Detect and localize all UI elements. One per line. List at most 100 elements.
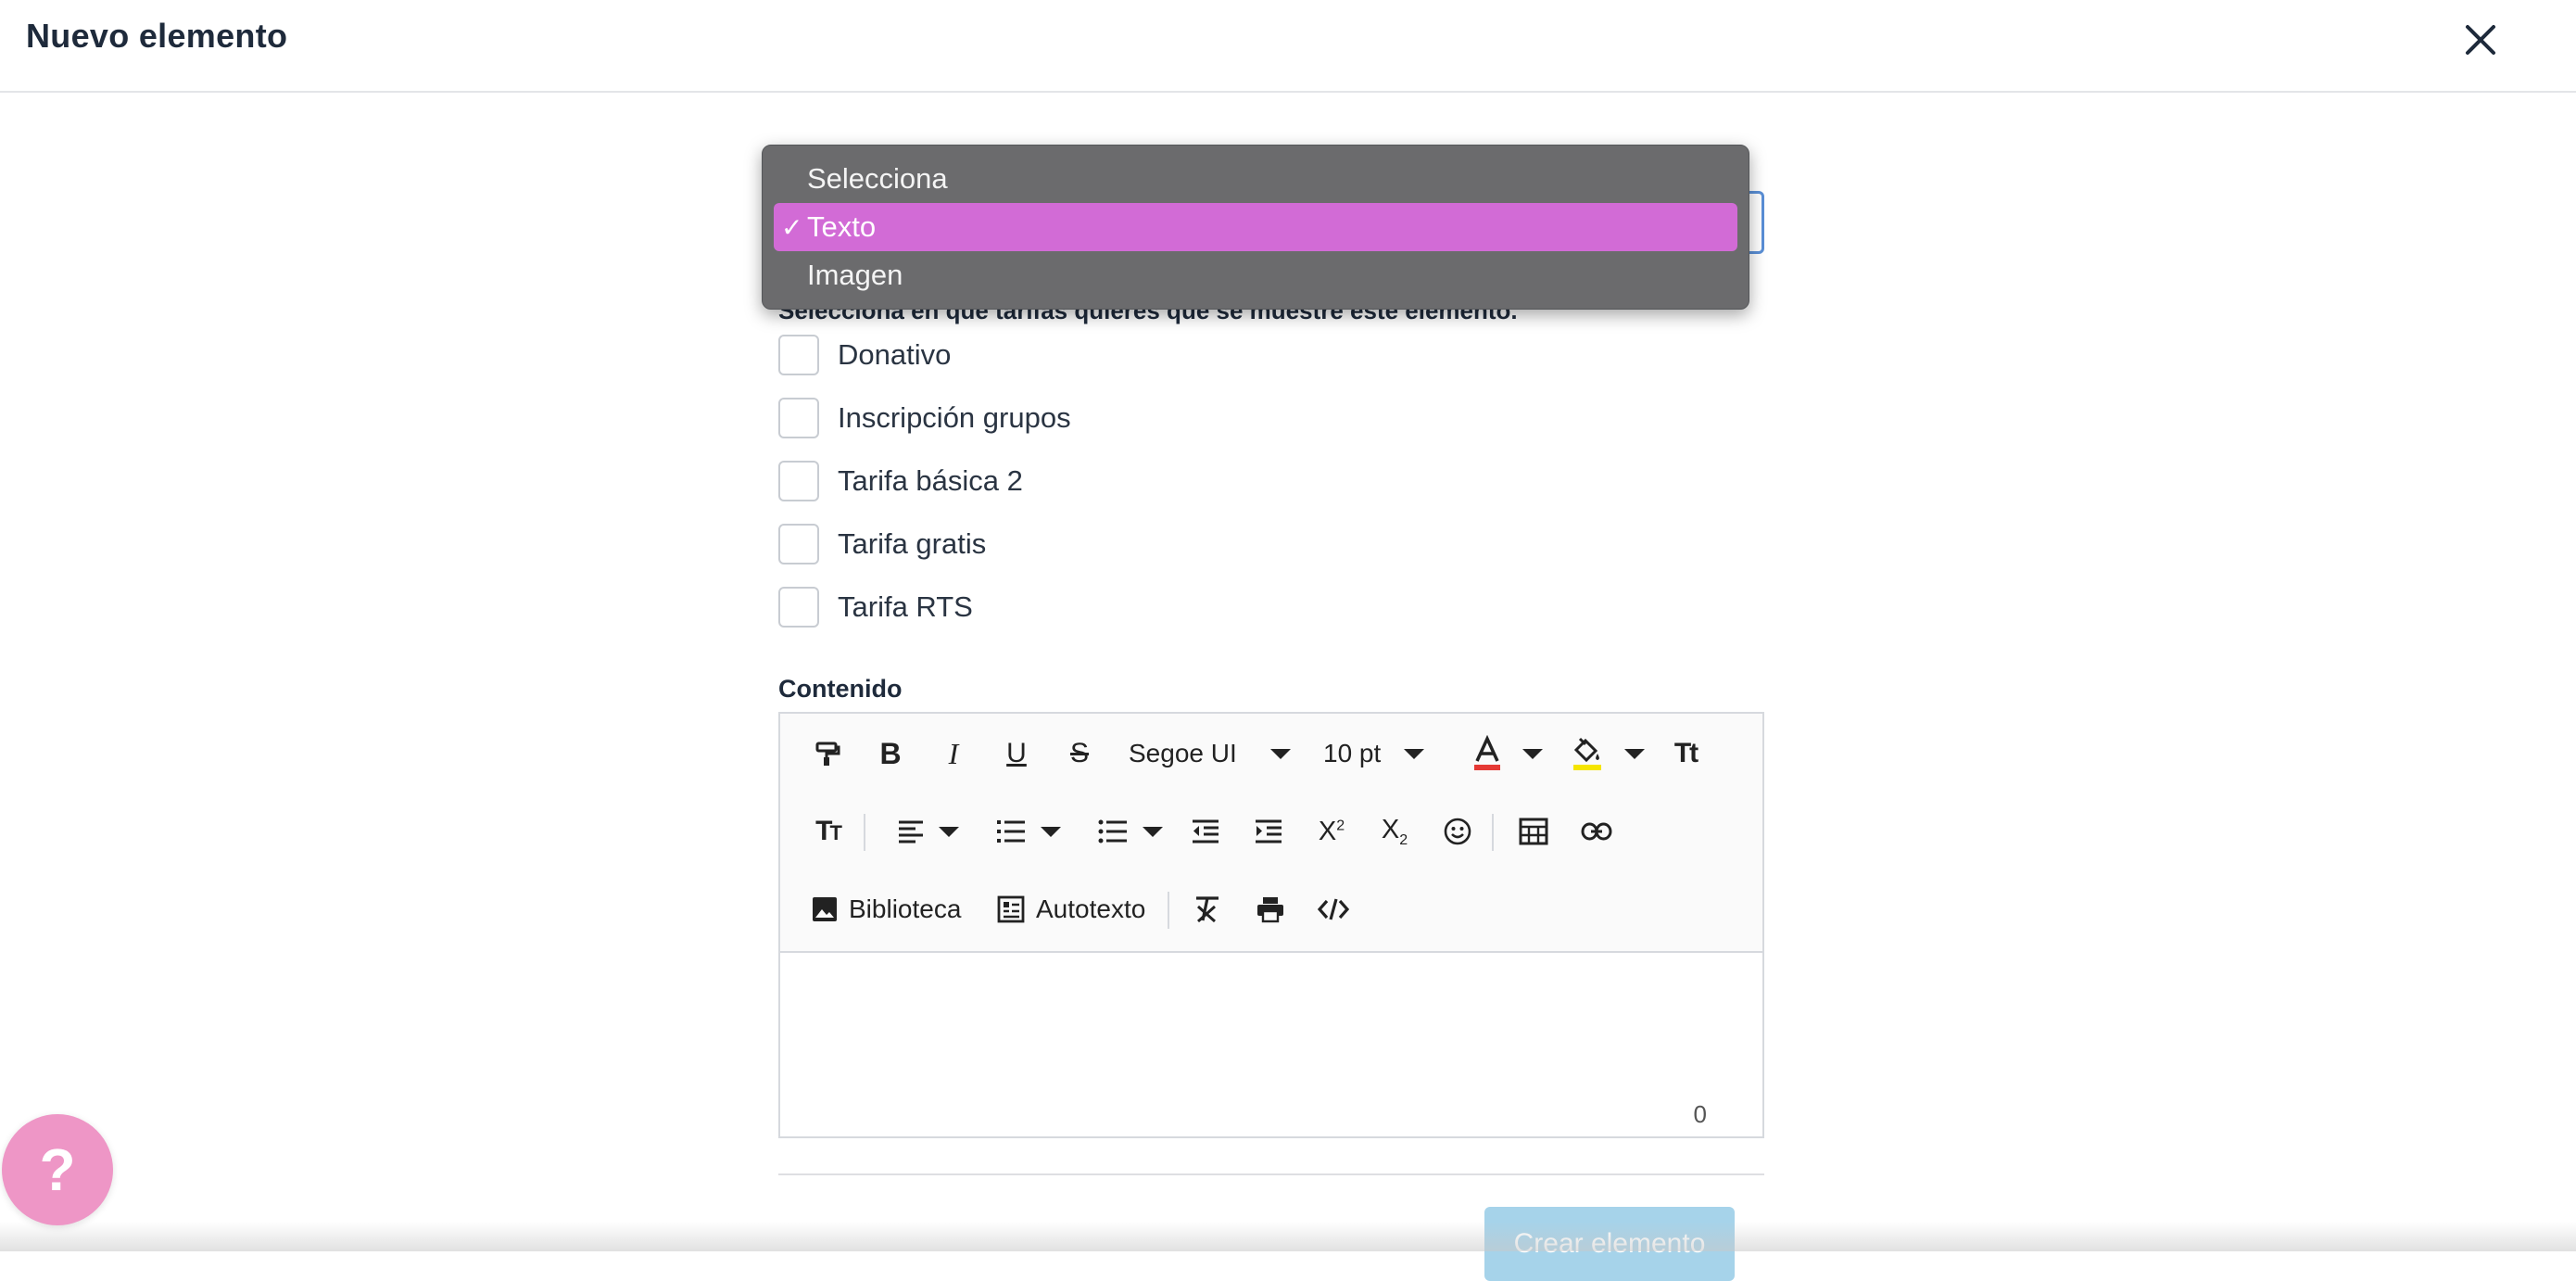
align-left-icon bbox=[899, 820, 923, 843]
bottom-fade bbox=[0, 1222, 2576, 1251]
element-type-dropdown-menu: Selecciona ✓ Texto Imagen bbox=[762, 145, 1749, 310]
subscript-button[interactable]: X2 bbox=[1371, 808, 1418, 855]
checkbox-label: Tarifa RTS bbox=[838, 590, 973, 623]
dropdown-option-texto[interactable]: ✓ Texto bbox=[774, 203, 1737, 251]
chevron-down-icon bbox=[1624, 748, 1645, 759]
autotext-icon bbox=[997, 895, 1025, 923]
numbered-list-caret[interactable] bbox=[1032, 808, 1069, 855]
link-icon bbox=[1581, 822, 1612, 841]
highlight-color-caret[interactable] bbox=[1616, 730, 1653, 777]
italic-icon: I bbox=[948, 736, 959, 770]
checkbox[interactable] bbox=[778, 524, 819, 564]
source-code-button[interactable] bbox=[1310, 886, 1357, 932]
library-label: Biblioteca bbox=[849, 894, 962, 923]
emoji-button[interactable] bbox=[1434, 808, 1481, 855]
font-family-caret[interactable] bbox=[1262, 730, 1299, 777]
italic-button[interactable]: I bbox=[930, 730, 977, 777]
checkbox-label: Tarifa gratis bbox=[838, 527, 987, 560]
indent-button[interactable] bbox=[1245, 808, 1292, 855]
font-family-value: Segoe UI bbox=[1129, 739, 1237, 767]
font-size-caret[interactable] bbox=[1395, 730, 1433, 777]
option-label: Imagen bbox=[807, 259, 903, 291]
numbered-list-icon bbox=[997, 820, 1025, 843]
strikethrough-icon: S bbox=[1069, 738, 1089, 768]
chevron-down-icon bbox=[939, 826, 959, 837]
numbered-list-button[interactable] bbox=[988, 808, 1034, 855]
option-label: Texto bbox=[807, 210, 877, 243]
close-icon bbox=[2466, 25, 2495, 55]
checkbox[interactable] bbox=[778, 587, 819, 628]
align-button[interactable] bbox=[888, 808, 934, 855]
dropdown-option-imagen[interactable]: Imagen bbox=[774, 251, 1737, 299]
indent-icon bbox=[1256, 819, 1282, 843]
toolbar-separator bbox=[1168, 892, 1169, 929]
font-size-value: 10 pt bbox=[1323, 739, 1382, 767]
clear-formatting-button[interactable] bbox=[1184, 886, 1231, 932]
chevron-down-icon bbox=[1270, 748, 1291, 759]
tarifa-option-tarifa-basica-2[interactable]: Tarifa básica 2 bbox=[778, 458, 1023, 504]
align-caret[interactable] bbox=[930, 808, 967, 855]
close-button[interactable] bbox=[2457, 17, 2504, 63]
checkbox[interactable] bbox=[778, 335, 819, 375]
checkbox-label: Donativo bbox=[838, 338, 952, 371]
text-color-button[interactable] bbox=[1464, 730, 1510, 777]
print-button[interactable] bbox=[1247, 886, 1294, 932]
checkbox-label: Tarifa básica 2 bbox=[838, 464, 1023, 497]
content-label: Contenido bbox=[778, 675, 903, 703]
text-size-icon: TT bbox=[815, 816, 842, 846]
paint-roller-icon bbox=[815, 742, 840, 766]
font-size-increase-button[interactable]: TT bbox=[804, 808, 851, 855]
tarifa-option-tarifa-gratis[interactable]: Tarifa gratis bbox=[778, 521, 986, 567]
format-painter-button[interactable] bbox=[804, 730, 851, 777]
subscript-icon: X2 bbox=[1381, 814, 1408, 848]
superscript-button[interactable]: X2 bbox=[1308, 808, 1355, 855]
dropdown-option-selecciona[interactable]: Selecciona bbox=[774, 155, 1737, 203]
help-button[interactable]: ? bbox=[2, 1114, 113, 1225]
paint-bucket-icon bbox=[1573, 737, 1601, 770]
autotext-button[interactable]: Autotexto bbox=[997, 886, 1173, 932]
bullet-list-button[interactable] bbox=[1090, 808, 1136, 855]
outdent-icon bbox=[1193, 819, 1219, 843]
create-element-button[interactable]: Crear elemento bbox=[1484, 1207, 1735, 1281]
chevron-down-icon bbox=[1404, 748, 1424, 759]
form-divider bbox=[778, 1173, 1764, 1175]
bullet-list-icon bbox=[1098, 819, 1127, 843]
underline-button[interactable]: U bbox=[993, 730, 1040, 777]
change-case-button[interactable]: Tt bbox=[1662, 730, 1709, 777]
checkbox[interactable] bbox=[778, 398, 819, 438]
clear-format-icon bbox=[1196, 896, 1219, 923]
code-icon bbox=[1318, 898, 1349, 920]
highlight-color-button[interactable] bbox=[1564, 730, 1610, 777]
smiley-icon bbox=[1444, 818, 1471, 845]
strikethrough-button[interactable]: S bbox=[1056, 730, 1103, 777]
option-label: Selecciona bbox=[807, 162, 948, 195]
library-button[interactable]: Biblioteca bbox=[812, 886, 979, 932]
question-mark-icon: ? bbox=[39, 1136, 76, 1203]
bold-button[interactable]: B bbox=[867, 730, 914, 777]
toolbar-row-1: B I U S Segoe UI 10 pt Tt bbox=[780, 721, 1762, 786]
change-case-icon: Tt bbox=[1673, 738, 1698, 768]
toolbar-row-3: Biblioteca Autotexto bbox=[780, 877, 1762, 942]
insert-table-button[interactable] bbox=[1510, 808, 1557, 855]
text-color-icon bbox=[1474, 735, 1500, 770]
checkbox-label: Inscripción grupos bbox=[838, 401, 1071, 434]
bold-icon: B bbox=[879, 736, 902, 770]
tarifa-option-donativo[interactable]: Donativo bbox=[778, 332, 951, 378]
text-color-caret[interactable] bbox=[1514, 730, 1551, 777]
insert-link-button[interactable] bbox=[1573, 808, 1620, 855]
toolbar-separator bbox=[1492, 814, 1494, 851]
chevron-down-icon bbox=[1143, 826, 1163, 837]
bullet-list-caret[interactable] bbox=[1134, 808, 1171, 855]
superscript-icon: X2 bbox=[1318, 816, 1345, 846]
editor-toolbar: B I U S Segoe UI 10 pt Tt TT X2 X2 Bibli… bbox=[780, 714, 1762, 953]
toolbar-row-2: TT X2 X2 bbox=[780, 799, 1762, 864]
checkmark-icon: ✓ bbox=[781, 212, 803, 242]
editor-content-area[interactable]: 0 bbox=[780, 953, 1762, 1136]
autotext-label: Autotexto bbox=[1036, 894, 1146, 923]
tarifa-option-tarifa-rts[interactable]: Tarifa RTS bbox=[778, 584, 973, 630]
table-icon bbox=[1519, 818, 1548, 845]
checkbox[interactable] bbox=[778, 461, 819, 501]
tarifa-option-inscripcion-grupos[interactable]: Inscripción grupos bbox=[778, 395, 1071, 441]
outdent-button[interactable] bbox=[1182, 808, 1229, 855]
chevron-down-icon bbox=[1522, 748, 1543, 759]
